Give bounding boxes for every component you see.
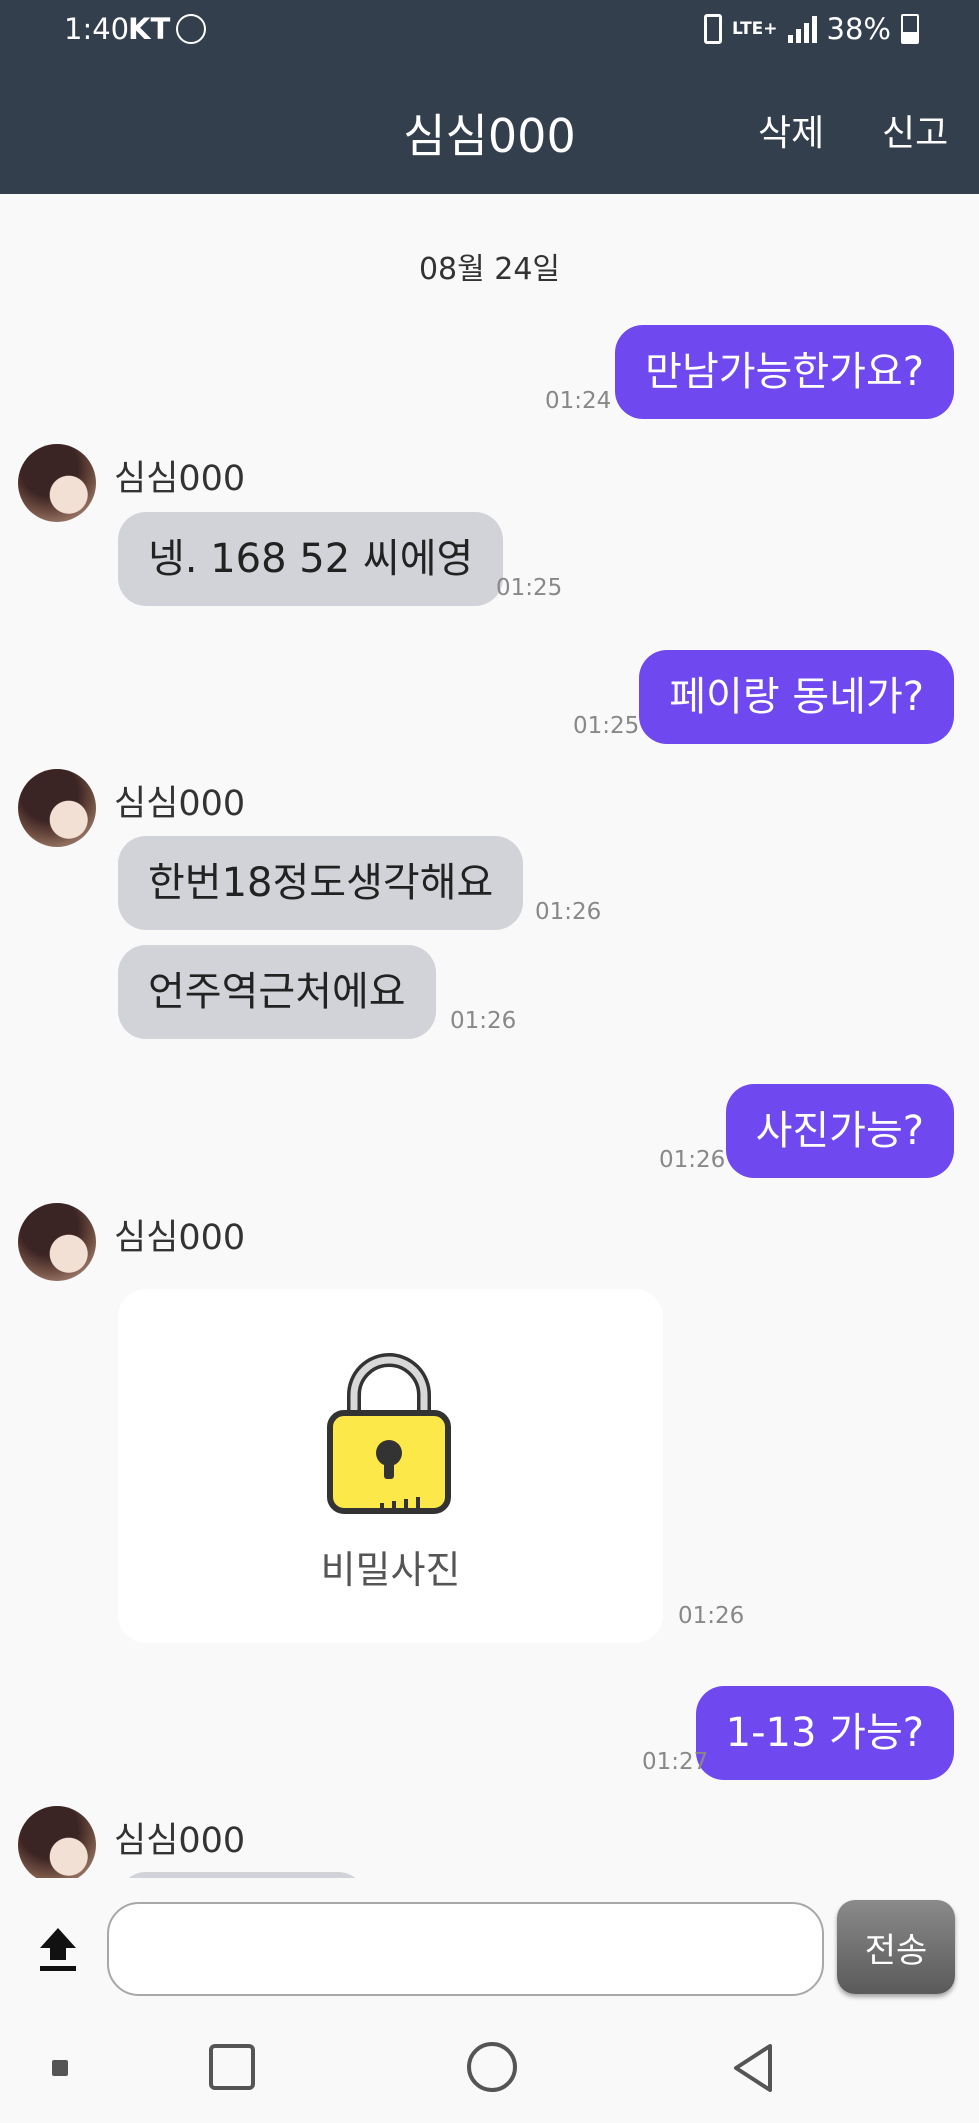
recent-apps-icon[interactable] (209, 2044, 255, 2090)
status-time: 1:40 (64, 12, 130, 46)
message-input[interactable] (107, 1902, 824, 1996)
received-message: 언주역근처에요 (118, 945, 436, 1039)
partner-name: 심심000 (114, 1821, 246, 1861)
chat-header: 심심000 삭제 신고 (0, 62, 979, 194)
status-carrier: KT (128, 12, 171, 46)
back-icon[interactable] (730, 2042, 776, 2094)
sent-message: 페이랑 동네가? (639, 650, 954, 744)
battery-percent: 38% (826, 12, 891, 46)
send-button[interactable]: 전송 (837, 1900, 955, 1994)
status-bar: 1:40 KT LTE+ 38% (0, 0, 979, 62)
signal-icon (787, 15, 817, 43)
network-label: LTE+ (732, 18, 778, 39)
vibrate-icon (704, 14, 723, 44)
partner-avatar[interactable] (18, 1203, 96, 1281)
activity-icon (176, 14, 206, 44)
sent-message: 1-13 가능? (695, 1686, 954, 1780)
status-right: LTE+ 38% (704, 12, 919, 46)
message-input-bar: 전송 (0, 1878, 979, 2006)
message-time: 01:27 (642, 1749, 709, 1775)
chat-area[interactable]: 08월 24일 만남가능한가요? 01:24 심심000 넹. 168 52 씨… (0, 194, 979, 1878)
message-time: 01:25 (573, 713, 640, 739)
battery-icon (901, 14, 919, 44)
message-time: 01:24 (545, 388, 612, 414)
lock-icon (327, 1353, 451, 1514)
partner-name: 심심000 (114, 459, 246, 499)
message-time: 01:26 (450, 1008, 517, 1034)
chat-title: 심심000 (403, 109, 576, 163)
report-button[interactable]: 신고 (882, 104, 948, 156)
message-time: 01:25 (496, 575, 563, 601)
message-time: 01:26 (659, 1147, 726, 1173)
upload-icon[interactable] (36, 1924, 80, 1974)
partner-avatar[interactable] (18, 769, 96, 847)
partner-avatar[interactable] (18, 1806, 96, 1878)
nav-menu-icon[interactable] (52, 2060, 68, 2076)
sent-message: 사진가능? (725, 1084, 954, 1178)
home-icon[interactable] (467, 2042, 517, 2092)
date-divider: 08월 24일 (418, 252, 561, 287)
received-message: 한번18정도생각해요 (118, 836, 524, 930)
secret-photo-message[interactable]: 비밀사진 (118, 1289, 663, 1643)
delete-button[interactable]: 삭제 (758, 104, 824, 156)
message-time: 01:26 (678, 1603, 745, 1629)
received-message: 넹. 168 52 씨에영 (118, 512, 504, 606)
navigation-bar (0, 2006, 979, 2123)
partner-avatar[interactable] (18, 444, 96, 522)
partner-name: 심심000 (114, 784, 246, 824)
secret-photo-caption: 비밀사진 (320, 1548, 461, 1592)
message-time: 01:26 (535, 899, 602, 925)
sent-message: 만남가능한가요? (615, 325, 954, 419)
partner-name: 심심000 (114, 1218, 246, 1258)
